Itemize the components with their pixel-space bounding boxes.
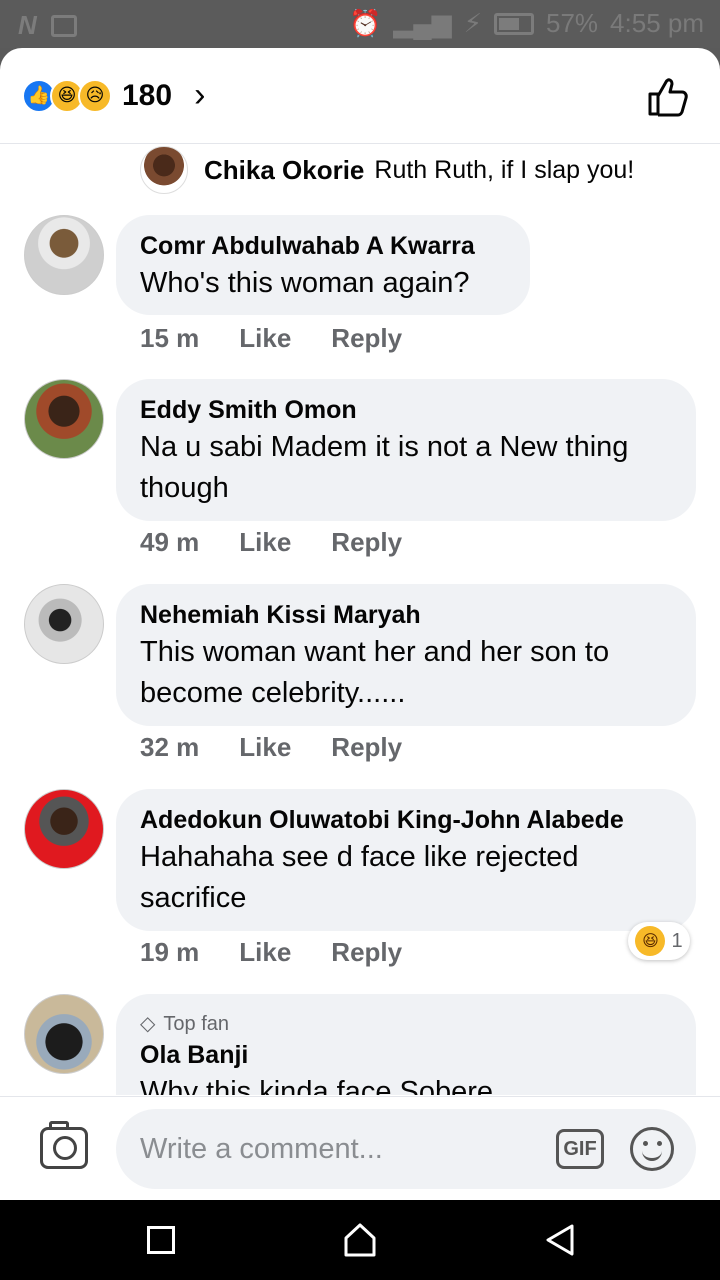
comment-list: Chika Okorie Ruth Ruth, if I slap you! C… [0,145,720,1095]
avatar[interactable] [24,789,104,869]
comment-bubble[interactable]: Adedokun Oluwatobi King-John Alabede Hah… [116,789,696,931]
alarm-icon: ⏰ [348,8,382,38]
comment-text: Why this kinda face Sobere [140,1076,494,1095]
haha-icon: 😆 [635,926,666,956]
recents-icon[interactable] [147,1226,175,1254]
like-button[interactable]: Like [239,732,291,763]
sad-icon: 😥 [78,78,112,113]
comment-actions: 15 m Like Reply [140,323,402,354]
charging-icon: ⚡ [463,8,482,38]
comment-time: 32 m [140,732,200,762]
comment-time: 15 m [140,323,200,353]
comment-text: Na u sabi Madem it is not a New thing th… [140,431,629,504]
reply-preview[interactable]: Chika Okorie Ruth Ruth, if I slap you! [140,145,634,195]
camera-icon[interactable] [40,1121,88,1169]
image-notification-icon [50,14,77,37]
reply-button[interactable]: Reply [331,937,402,968]
clock: 4:55 pm [610,8,704,38]
comment-author[interactable]: Ola Banji [140,1038,672,1072]
comment-composer: GIF [0,1096,720,1200]
avatar[interactable] [24,584,104,664]
diamond-icon: ◇ [140,1013,156,1035]
reply-text: Ruth Ruth, if I slap you! [374,155,635,184]
reply-button[interactable]: Reply [331,323,402,354]
comment-bubble[interactable]: ◇ Top fan Ola Banji Why this kinda face … [116,994,696,1095]
navigation-bar [0,1200,720,1280]
comment-bubble[interactable]: Comr Abdulwahab A Kwarra Who's this woma… [116,215,530,315]
signal-icon: ▂▄▆ [393,8,452,38]
app-notification-icon: N [18,10,37,40]
avatar[interactable] [24,215,104,295]
reply-button[interactable]: Reply [331,732,402,763]
like-button[interactable]: Like [239,937,291,968]
top-fan-label: Top fan [163,1013,229,1035]
comment-author[interactable]: Nehemiah Kissi Maryah [140,598,672,632]
gif-button[interactable]: GIF [556,1129,604,1169]
top-fan-badge: ◇ Top fan [140,1010,672,1038]
comment-bubble[interactable]: Nehemiah Kissi Maryah This woman want he… [116,584,696,726]
reply-button[interactable]: Reply [331,527,402,558]
comment-author[interactable]: Eddy Smith Omon [140,393,672,427]
comments-sheet: 👍 😆 😥 180 › Chika Okorie Ruth Ruth, if I… [0,48,720,1200]
sheet-header: 👍 😆 😥 180 › [0,48,720,144]
battery-icon [494,12,534,35]
reaction-count: 180 [122,78,173,112]
comment-actions: 19 m Like Reply [140,937,402,968]
comment-text: This woman want her and her son to becom… [140,636,610,709]
reply-author[interactable]: Chika Okorie [204,155,364,186]
battery-percent: 57% [546,8,599,38]
reactions-summary[interactable]: 👍 😆 😥 180 › [22,76,205,115]
comment-actions: 49 m Like Reply [140,527,402,558]
comment-author[interactable]: Adedokun Oluwatobi King-John Alabede [140,803,672,837]
avatar[interactable] [24,994,104,1074]
comment-actions: 32 m Like Reply [140,732,402,763]
emoji-icon[interactable] [630,1127,674,1171]
avatar[interactable] [140,146,188,194]
comment-input[interactable] [116,1109,696,1189]
comment-text: Who's this woman again? [140,267,470,299]
comment-time: 49 m [140,527,200,557]
like-button[interactable]: Like [239,323,291,354]
chevron-right-icon: › [194,76,206,114]
like-button[interactable]: Like [239,527,291,558]
comment-text: Hahahaha see d face like rejected sacrif… [140,841,579,914]
comment-bubble[interactable]: Eddy Smith Omon Na u sabi Madem it is no… [116,379,696,521]
like-post-icon[interactable] [646,74,690,118]
comment-time: 19 m [140,937,200,967]
home-icon[interactable] [340,1220,380,1260]
comment-reaction-count: 1 [671,929,683,952]
back-icon[interactable] [542,1222,578,1258]
status-bar: N ⏰ ▂▄▆ ⚡ 57% 4:55 pm [0,0,720,48]
avatar[interactable] [24,379,104,459]
comment-author[interactable]: Comr Abdulwahab A Kwarra [140,229,506,263]
comment-reaction-badge[interactable]: 😆 1 [628,922,690,960]
